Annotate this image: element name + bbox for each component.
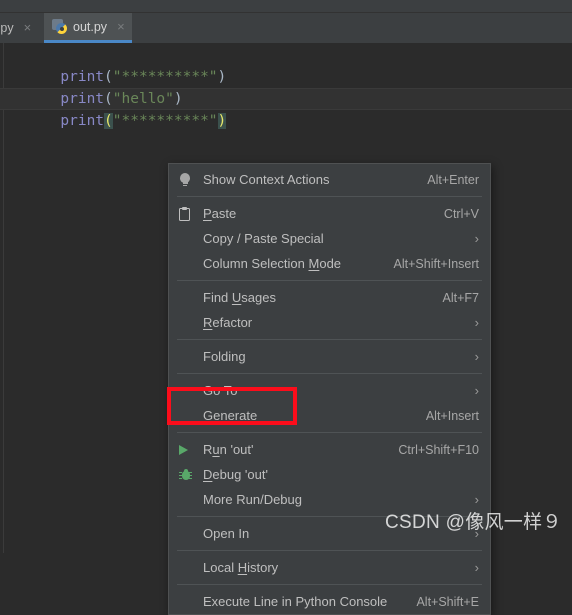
code-token-paren-open-matched: ( (104, 113, 113, 129)
lightbulb-icon (179, 172, 201, 187)
menu-item-shortcut: Alt+Insert (425, 408, 479, 423)
menu-item-label: Go To (203, 383, 238, 398)
menu-item-label: Folding (203, 349, 246, 364)
menu-item-mnemonic: P (203, 206, 212, 221)
menu-item-shortcut: Alt+Shift+E (416, 594, 479, 609)
menu-separator (177, 196, 482, 197)
close-icon[interactable]: × (117, 20, 125, 33)
code-line-3: print("**********") (8, 88, 227, 129)
menu-separator (177, 432, 482, 433)
chevron-right-icon: › (474, 315, 479, 330)
menu-item-paste[interactable]: Paste Ctrl+V (169, 201, 490, 226)
editor-tab-inactive[interactable]: n.py × (0, 13, 38, 43)
editor-context-menu[interactable]: Show Context Actions Alt+Enter Paste Ctr… (168, 163, 491, 615)
editor-tab-label: out.py (73, 19, 108, 34)
menu-item-shortcut: Alt+Shift+Insert (393, 256, 479, 271)
menu-item-generate[interactable]: Generate Alt+Insert (169, 403, 490, 428)
menu-separator (177, 373, 482, 374)
window-top-strip (0, 0, 572, 13)
menu-item-shortcut: Ctrl+Shift+F10 (398, 442, 479, 457)
code-line-2: print("hello") (8, 66, 182, 107)
menu-separator (177, 280, 482, 281)
menu-item-label: More Run/Debug (203, 492, 302, 507)
chevron-right-icon: › (474, 560, 479, 575)
menu-item-label: Debug 'out' (203, 467, 268, 482)
menu-item-go-to[interactable]: Go To › (169, 378, 490, 403)
code-token-paren-close: ) (217, 69, 227, 85)
menu-item-shortcut: Ctrl+V (443, 206, 479, 221)
code-token-function: print (60, 113, 105, 129)
code-token-paren-close-matched: ) (217, 113, 227, 129)
editor-tab-out-py[interactable]: out.py × (44, 13, 132, 43)
ide-window: n.py × out.py × print("**********") prin… (0, 0, 572, 615)
menu-item-label: Find Usages (203, 290, 276, 305)
menu-item-mnemonic: R (203, 315, 213, 330)
menu-item-label-rest: aste (211, 206, 237, 221)
editor-tab-label: n.py (0, 21, 14, 35)
menu-item-folding[interactable]: Folding › (169, 344, 490, 369)
menu-item-label: Refactor (203, 315, 253, 330)
menu-item-label: Execute Line in Python Console (203, 594, 388, 609)
menu-item-mnemonic: D (203, 467, 213, 482)
menu-item-label: Show Context Actions (203, 172, 330, 187)
run-play-icon (179, 444, 201, 455)
code-line-1: print("**********") (8, 44, 226, 85)
menu-item-mnemonic: u (212, 442, 220, 457)
editor-gutter-border (3, 43, 4, 553)
editor-tab-bar: n.py × out.py × (0, 13, 572, 43)
menu-item-label: Copy / Paste Special (203, 231, 324, 246)
menu-separator (177, 584, 482, 585)
menu-item-label: Generate (203, 408, 258, 423)
python-file-icon (52, 19, 67, 34)
menu-item-copy-paste-special[interactable]: Copy / Paste Special › (169, 226, 490, 251)
menu-item-run-out[interactable]: Run 'out' Ctrl+Shift+F10 (169, 437, 490, 462)
menu-item-debug-out[interactable]: Debug 'out' (169, 462, 490, 487)
watermark-text: CSDN @像风一样９ (385, 512, 562, 533)
code-token-string: "**********" (112, 113, 218, 129)
menu-item-shortcut: Alt+Enter (427, 172, 479, 187)
menu-item-column-selection-mode[interactable]: Column Selection Mode Alt+Shift+Insert (169, 251, 490, 276)
chevron-right-icon: › (474, 492, 479, 507)
chevron-right-icon: › (474, 231, 479, 246)
menu-item-label: Column Selection Mode (203, 256, 342, 271)
menu-separator (177, 550, 482, 551)
menu-item-refactor[interactable]: Refactor › (169, 310, 490, 335)
clipboard-icon (179, 206, 201, 221)
menu-item-local-history[interactable]: Local History › (169, 555, 490, 580)
chevron-right-icon: › (474, 349, 479, 364)
menu-item-execute-line-in-python-console[interactable]: Execute Line in Python Console Alt+Shift… (169, 589, 490, 614)
menu-item-mnemonic: U (231, 290, 242, 305)
menu-item-find-usages[interactable]: Find Usages Alt+F7 (169, 285, 490, 310)
debug-bug-icon (179, 468, 201, 481)
menu-item-label: Run 'out' (203, 442, 254, 457)
menu-item-show-context-actions[interactable]: Show Context Actions Alt+Enter (169, 167, 490, 192)
menu-item-label: Paste (203, 206, 430, 221)
close-icon[interactable]: × (24, 21, 32, 34)
menu-item-label: Local History (203, 560, 279, 575)
menu-item-mnemonic: H (237, 560, 248, 575)
chevron-right-icon: › (474, 383, 479, 398)
menu-separator (177, 339, 482, 340)
menu-item-shortcut: Alt+F7 (442, 290, 479, 305)
menu-item-mnemonic: M (308, 256, 320, 271)
